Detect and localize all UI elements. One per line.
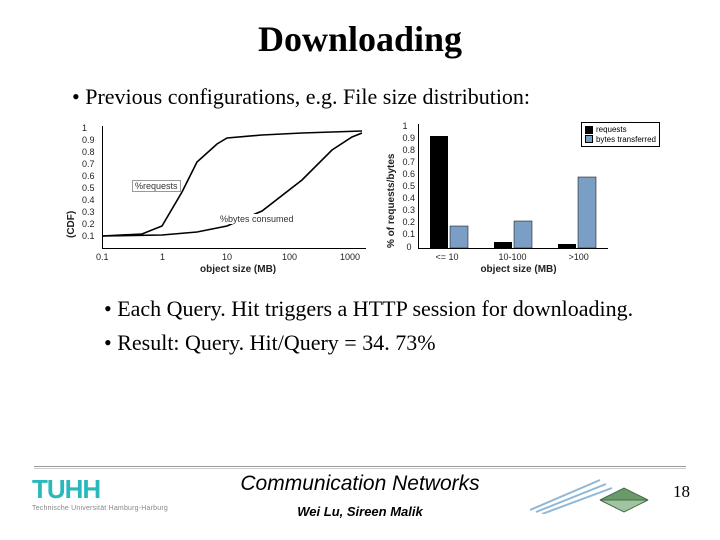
- bar-chart: % of requests/bytes 1 0.9 0.8 0.7 0.6 0.…: [380, 118, 660, 278]
- slide-title: Downloading: [60, 18, 660, 60]
- cdf-ytick: 0.5: [82, 183, 95, 193]
- cdf-ytick: 0.4: [82, 195, 95, 205]
- bar-ytick: 0.6: [402, 169, 415, 179]
- bullet-2: Each Query. Hit triggers a HTTP session …: [104, 296, 660, 322]
- cdf-ytick: 0.3: [82, 207, 95, 217]
- bar-ytick: 0.4: [402, 193, 415, 203]
- cdf-ylabel: (CDF): [66, 211, 77, 238]
- footer-decor-icon: [530, 474, 650, 514]
- bar-ytick: 0.3: [402, 205, 415, 215]
- logo-main-text: TUHH: [32, 474, 168, 505]
- bar-cat: >100: [568, 252, 588, 262]
- cdf-ytick: 0.7: [82, 159, 95, 169]
- cdf-xlabel: object size (MB): [200, 264, 276, 275]
- bar-xlabel: object size (MB): [480, 264, 556, 275]
- bullet-1: Previous configurations, e.g. File size …: [72, 84, 660, 110]
- cdf-ytick: 0.8: [82, 147, 95, 157]
- bar-bars: [418, 124, 608, 248]
- bar-cat: <= 10: [435, 252, 458, 262]
- bar-ytick: 0: [406, 242, 411, 252]
- bar-ytick: 0.5: [402, 181, 415, 191]
- legend-label: requests: [596, 125, 627, 135]
- charts-row: (CDF) 1 0.9 0.8 0.7 0.6 0.5 0.4 0.3 0.2 …: [60, 118, 660, 278]
- bar-ytick: 0.1: [402, 229, 415, 239]
- bar-ylabel: % of requests/bytes: [386, 154, 397, 248]
- cdf-xtick: 100: [282, 252, 297, 262]
- cdf-ytick: 0.9: [82, 135, 95, 145]
- bar-cat: 10-100: [498, 252, 526, 262]
- cdf-ytick: 0.1: [82, 231, 95, 241]
- cdf-chart: (CDF) 1 0.9 0.8 0.7 0.6 0.5 0.4 0.3 0.2 …: [60, 118, 368, 278]
- bar-legend: requests bytes transferred: [581, 122, 660, 147]
- bullet-3: Result: Query. Hit/Query = 34. 73%: [104, 330, 660, 356]
- bar-ytick: 0.8: [402, 145, 415, 155]
- cdf-ann-requests: %requests: [132, 180, 181, 192]
- bar-ytick: 0.7: [402, 157, 415, 167]
- cdf-ann-bytes: %bytes consumed: [220, 214, 294, 224]
- slide-footer: Communication Networks Wei Lu, Sireen Ma…: [0, 466, 720, 540]
- cdf-xtick: 1000: [340, 252, 360, 262]
- page-number: 18: [673, 482, 690, 502]
- cdf-ytick: 0.6: [82, 171, 95, 181]
- cdf-xtick: 1: [160, 252, 165, 262]
- legend-label: bytes transferred: [596, 135, 656, 145]
- bar-ytick: 0.2: [402, 217, 415, 227]
- logo-sub-text: Technische Universität Hamburg-Harburg: [32, 505, 168, 512]
- cdf-xtick: 10: [222, 252, 232, 262]
- tuhh-logo: TUHH Technische Universität Hamburg-Harb…: [32, 474, 168, 512]
- bar-ytick: 0.9: [402, 133, 415, 143]
- cdf-ytick: 1: [82, 123, 87, 133]
- bar-ytick: 1: [402, 121, 407, 131]
- cdf-ytick: 0.2: [82, 219, 95, 229]
- cdf-xtick: 0.1: [96, 252, 109, 262]
